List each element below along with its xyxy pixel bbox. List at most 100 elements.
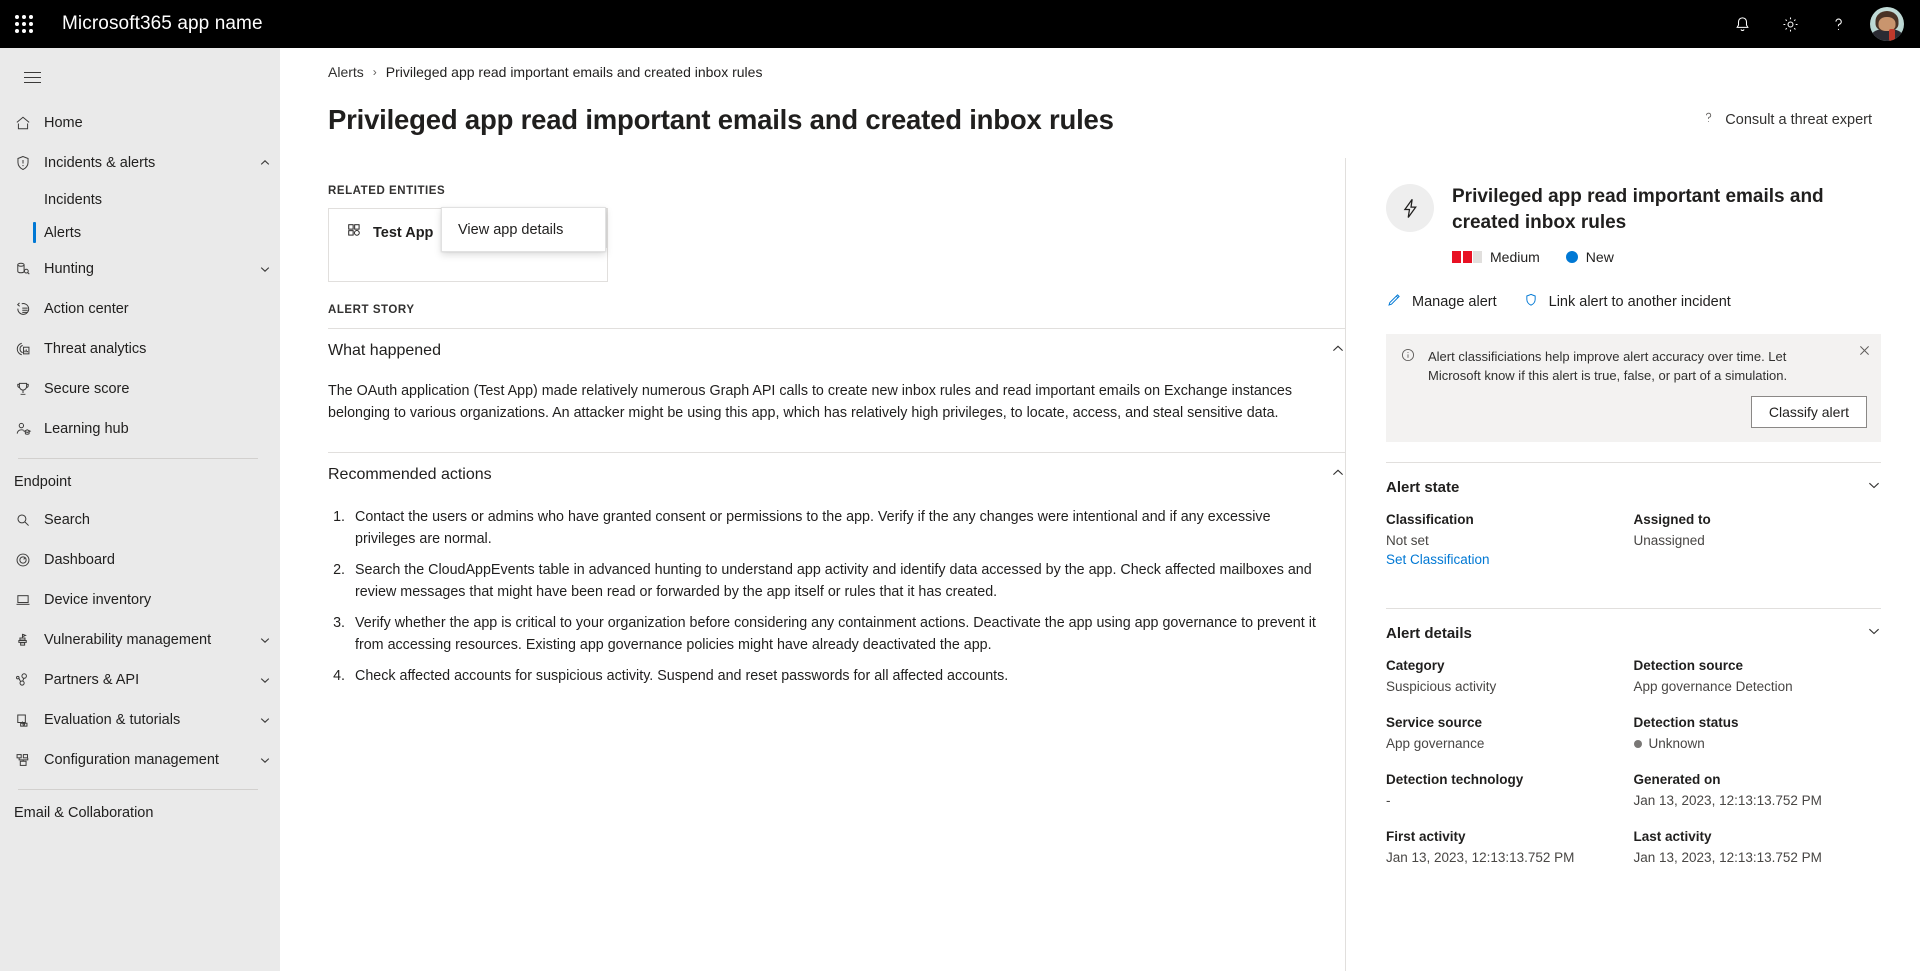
sidebar-item-configuration-management[interactable]: Configuration management bbox=[0, 740, 280, 780]
link-alert-label: Link alert to another incident bbox=[1548, 294, 1731, 310]
sidebar-divider bbox=[18, 458, 258, 459]
sidebar-item-label: Device inventory bbox=[44, 592, 152, 608]
sidebar-item-alerts[interactable]: Alerts bbox=[0, 216, 280, 249]
app-launcher-icon[interactable] bbox=[0, 0, 48, 48]
manage-alert-button[interactable]: Manage alert bbox=[1386, 292, 1497, 312]
alert-details-section-header[interactable]: Alert details bbox=[1386, 608, 1881, 658]
field-label: Detection status bbox=[1633, 715, 1739, 730]
sidebar-item-secure-score[interactable]: Secure score bbox=[0, 369, 280, 409]
content-split: RELATED ENTITIES Test App ··· bbox=[280, 158, 1920, 971]
classification-notice: Alert classificiations help improve aler… bbox=[1386, 334, 1881, 442]
link-alert-button[interactable]: Link alert to another incident bbox=[1523, 292, 1731, 312]
chevron-up-icon[interactable] bbox=[1331, 342, 1345, 361]
alert-state-title: Alert state bbox=[1386, 479, 1460, 496]
sidebar-item-vulnerability-management[interactable]: Vulnerability management bbox=[0, 620, 280, 660]
field-category: Category Suspicious activity bbox=[1386, 658, 1634, 715]
sidebar-item-dashboard[interactable]: Dashboard bbox=[0, 540, 280, 580]
sidebar-item-partners-api[interactable]: Partners & API bbox=[0, 660, 280, 700]
avatar[interactable] bbox=[1870, 7, 1904, 41]
field-value: Jan 13, 2023, 12:13:13.752 PM bbox=[1633, 850, 1822, 865]
gear-icon[interactable] bbox=[1766, 0, 1814, 48]
sidebar-item-label: Evaluation & tutorials bbox=[44, 712, 181, 728]
notice-actions: Classify alert bbox=[1400, 396, 1867, 428]
sidebar-item-hunting[interactable]: Hunting bbox=[0, 249, 280, 289]
field-value: Jan 13, 2023, 12:13:13.752 PM bbox=[1386, 850, 1575, 865]
field-value: Unknown bbox=[1648, 736, 1705, 751]
sidebar-item-label: Configuration management bbox=[44, 752, 219, 768]
alert-state-section-header[interactable]: Alert state bbox=[1386, 462, 1881, 512]
alert-details-panel: Privileged app read important emails and… bbox=[1345, 158, 1920, 971]
manage-alert-label: Manage alert bbox=[1412, 294, 1497, 310]
breadcrumb-parent[interactable]: Alerts bbox=[328, 64, 364, 80]
sidebar-item-evaluation-tutorials[interactable]: Evaluation & tutorials bbox=[0, 700, 280, 740]
accordion-recommended-actions[interactable]: Recommended actions bbox=[328, 453, 1345, 497]
field-detection-technology: Detection technology - bbox=[1386, 772, 1634, 829]
chevron-down-icon[interactable] bbox=[250, 634, 280, 646]
sidebar-section-email-collaboration: Email & Collaboration bbox=[14, 805, 154, 821]
sidebar-item-home[interactable]: Home bbox=[0, 103, 280, 143]
sidebar-item-label: Threat analytics bbox=[44, 341, 147, 357]
page-title: Privileged app read important emails and… bbox=[328, 104, 1114, 135]
field-label: First activity bbox=[1386, 829, 1466, 844]
trophy-icon bbox=[14, 380, 44, 398]
field-detection-status: Detection status Unknown bbox=[1633, 715, 1882, 772]
status-badge: New bbox=[1565, 249, 1614, 265]
sidebar-item-label: Incidents & alerts bbox=[44, 155, 156, 171]
help-icon bbox=[1701, 110, 1716, 129]
sidebar-item-action-center[interactable]: Action center bbox=[0, 289, 280, 329]
sidebar-item-label: Home bbox=[44, 115, 83, 131]
accordion-title: Recommended actions bbox=[328, 466, 492, 483]
alert-details-title: Alert details bbox=[1386, 625, 1472, 642]
sidebar-item-search[interactable]: Search bbox=[0, 500, 280, 540]
sidebar-item-label: Vulnerability management bbox=[44, 632, 212, 648]
sidebar-item-incidents[interactable]: Incidents bbox=[0, 183, 280, 216]
panel-actions: Manage alert Link alert to another incid… bbox=[1386, 292, 1880, 312]
set-classification-link[interactable]: Set Classification bbox=[1386, 548, 1634, 567]
hunting-icon bbox=[14, 260, 44, 278]
field-label: Assigned to bbox=[1633, 512, 1711, 527]
chevron-down-icon[interactable] bbox=[250, 674, 280, 686]
related-entities-caption: RELATED ENTITIES bbox=[328, 185, 446, 197]
chevron-down-icon[interactable] bbox=[1867, 478, 1881, 497]
menu-item-view-app-details[interactable]: View app details bbox=[442, 208, 605, 251]
field-label: Detection source bbox=[1633, 658, 1744, 673]
vulnerability-icon bbox=[14, 631, 44, 649]
field-label: Generated on bbox=[1633, 772, 1721, 787]
help-icon[interactable] bbox=[1814, 0, 1862, 48]
recommended-actions-list: Contact the users or admins who have gra… bbox=[349, 497, 1334, 698]
sidebar-item-label: Partners & API bbox=[44, 672, 140, 688]
chevron-down-icon[interactable] bbox=[250, 263, 280, 275]
status-label: New bbox=[1585, 249, 1614, 265]
top-bar-actions bbox=[1718, 0, 1920, 48]
partners-icon bbox=[14, 671, 44, 689]
hamburger-icon[interactable] bbox=[8, 55, 56, 99]
accordion-what-happened[interactable]: What happened bbox=[328, 329, 1345, 373]
entity-header: Test App bbox=[329, 209, 433, 244]
field-value: Unassigned bbox=[1633, 533, 1705, 548]
sidebar-item-learning-hub[interactable]: Learning hub bbox=[0, 409, 280, 449]
chevron-up-icon[interactable] bbox=[250, 157, 280, 169]
sidebar-item-device-inventory[interactable]: Device inventory bbox=[0, 580, 280, 620]
field-value-wrap: Unknown bbox=[1633, 736, 1882, 751]
chevron-down-icon[interactable] bbox=[250, 714, 280, 726]
close-icon[interactable] bbox=[1859, 345, 1870, 358]
field-generated-on: Generated on Jan 13, 2023, 12:13:13.752 … bbox=[1634, 772, 1882, 829]
field-detection-source: Detection source App governance Detectio… bbox=[1634, 658, 1882, 715]
sidebar-item-label: Learning hub bbox=[44, 421, 129, 437]
severity-label: Medium bbox=[1490, 249, 1540, 265]
classify-alert-button[interactable]: Classify alert bbox=[1750, 396, 1867, 428]
chevron-up-icon[interactable] bbox=[1331, 466, 1345, 485]
sidebar-item-label: Dashboard bbox=[44, 552, 115, 568]
sidebar-item-incidents-alerts[interactable]: Incidents & alerts bbox=[0, 143, 280, 183]
severity-badge: Medium bbox=[1452, 249, 1540, 265]
chevron-down-icon[interactable] bbox=[250, 754, 280, 766]
sidebar-item-label: Action center bbox=[44, 301, 129, 317]
what-happened-body: The OAuth application (Test App) made re… bbox=[328, 383, 1292, 421]
consult-threat-expert-button[interactable]: Consult a threat expert bbox=[1701, 104, 1872, 129]
search-icon bbox=[14, 511, 44, 529]
list-item: Contact the users or admins who have gra… bbox=[349, 507, 1334, 560]
sidebar-item-threat-analytics[interactable]: Threat analytics bbox=[0, 329, 280, 369]
bell-icon[interactable] bbox=[1718, 0, 1766, 48]
dashboard-icon bbox=[14, 551, 44, 569]
chevron-down-icon[interactable] bbox=[1867, 624, 1881, 643]
